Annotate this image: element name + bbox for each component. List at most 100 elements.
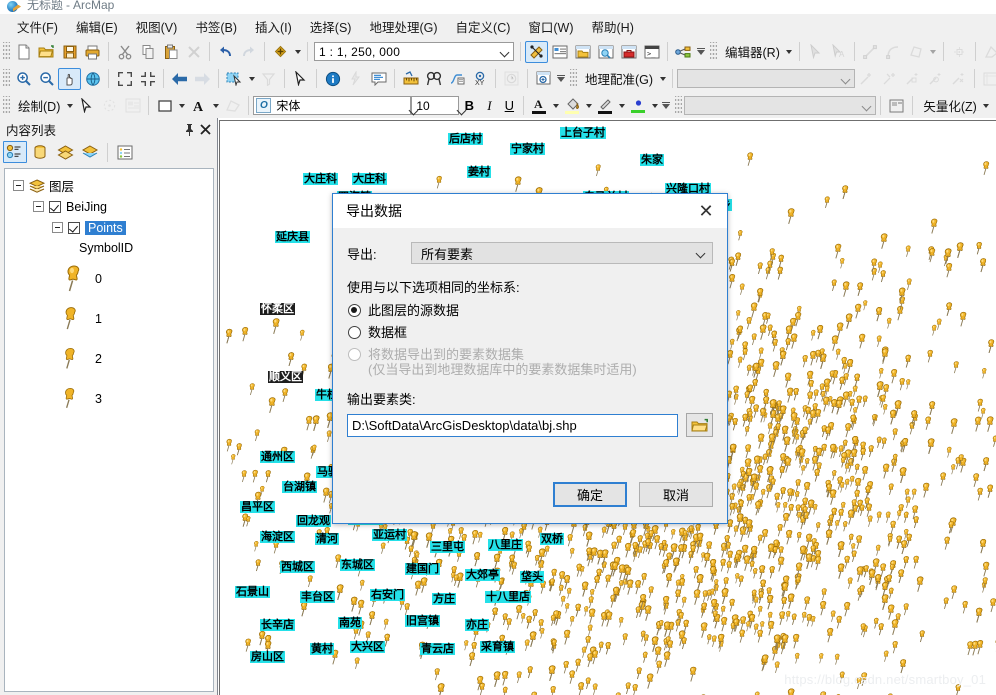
expander-icon[interactable] xyxy=(13,180,24,191)
toolbar-overflow-button[interactable] xyxy=(660,95,672,117)
georeferencing-dropdown-icon[interactable] xyxy=(657,68,668,90)
zoom-out-icon[interactable] xyxy=(35,68,58,90)
toolbar-grip[interactable] xyxy=(3,69,10,88)
new-document-icon[interactable] xyxy=(12,41,35,63)
add-data-dropdown-icon[interactable] xyxy=(292,41,303,63)
georeferencing-menu-button[interactable]: 地理配准(G) xyxy=(579,67,657,90)
go-back-extent-icon[interactable] xyxy=(168,68,191,90)
new-text-dropdown-icon[interactable] xyxy=(210,95,221,117)
draw-dropdown-icon[interactable] xyxy=(64,95,75,117)
menu-insert[interactable]: 插入(I) xyxy=(246,14,301,39)
underline-button[interactable]: U xyxy=(499,96,519,116)
print-icon[interactable] xyxy=(81,41,104,63)
cancel-button[interactable]: 取消 xyxy=(639,482,713,507)
legend-item[interactable]: 1 xyxy=(5,299,213,339)
expander-icon[interactable] xyxy=(52,222,63,233)
close-icon[interactable] xyxy=(197,121,213,137)
toc-layer-label[interactable]: Points xyxy=(85,220,126,235)
menu-edit[interactable]: 编辑(E) xyxy=(67,14,127,39)
paste-icon[interactable] xyxy=(159,41,182,63)
select-elements-icon[interactable] xyxy=(289,68,312,90)
expander-icon[interactable] xyxy=(33,201,44,212)
layer-visibility-checkbox[interactable] xyxy=(68,221,80,234)
search-icon[interactable] xyxy=(594,41,617,63)
legend-item[interactable]: 2 xyxy=(5,339,213,379)
toolbar-overflow-button[interactable] xyxy=(555,68,567,90)
editor-menu-button[interactable]: 编辑器(R) xyxy=(719,40,784,63)
editor-dropdown-icon[interactable] xyxy=(784,41,795,63)
editor-toolbar-icon[interactable] xyxy=(525,40,548,63)
toc-node-points[interactable]: Points xyxy=(5,217,213,238)
export-data-dialog[interactable]: 导出数据 ✕ 导出: 所有要素 使用与以下选项相同的坐标系: 此图层的源数据 数… xyxy=(332,193,728,524)
ok-button[interactable]: 确定 xyxy=(553,482,627,507)
select-features-icon[interactable] xyxy=(223,68,246,90)
undo-icon[interactable] xyxy=(214,41,237,63)
list-by-visibility-icon[interactable] xyxy=(53,141,77,163)
identify-icon[interactable] xyxy=(321,68,344,90)
map-scale-combo[interactable]: 1 : 1, 250, 000 xyxy=(314,42,514,61)
legend-item[interactable]: 0 xyxy=(5,259,213,299)
radio-icon[interactable] xyxy=(348,304,361,317)
radio-icon[interactable] xyxy=(348,326,361,339)
open-folder-icon[interactable] xyxy=(686,413,713,437)
chevron-down-icon[interactable] xyxy=(497,43,513,60)
find-route-icon[interactable] xyxy=(445,68,468,90)
fixed-zoom-in-icon[interactable] xyxy=(113,68,136,90)
html-popup-icon[interactable] xyxy=(367,68,390,90)
font-color-dropdown-icon[interactable] xyxy=(550,95,561,117)
menu-geoprocessing[interactable]: 地理处理(G) xyxy=(360,14,446,39)
vectorization-settings-icon[interactable] xyxy=(885,95,908,117)
vectorization-layer-combo[interactable] xyxy=(684,96,877,115)
arctoolbox-icon[interactable] xyxy=(617,41,640,63)
chevron-down-icon[interactable] xyxy=(838,70,854,87)
select-dropdown-icon[interactable] xyxy=(246,68,257,90)
full-extent-icon[interactable] xyxy=(81,68,104,90)
radio-option-data-frame[interactable]: 数据框 xyxy=(347,325,713,340)
toc-node-beijing[interactable]: BeiJing xyxy=(5,196,213,217)
select-elements-icon[interactable] xyxy=(75,95,98,117)
new-rectangle-icon[interactable] xyxy=(153,95,176,117)
find-icon[interactable] xyxy=(422,68,445,90)
menu-bookmarks[interactable]: 书签(B) xyxy=(186,14,246,39)
toc-node-layers[interactable]: 图层 xyxy=(5,175,213,196)
list-by-drawing-order-icon[interactable] xyxy=(3,141,27,163)
line-color-dropdown-icon[interactable] xyxy=(616,95,627,117)
menu-view[interactable]: 视图(V) xyxy=(127,14,187,39)
menu-help[interactable]: 帮助(H) xyxy=(583,14,643,39)
chevron-down-icon[interactable] xyxy=(690,249,712,257)
georeferencing-layer-combo[interactable] xyxy=(677,69,856,88)
draw-menu-button[interactable]: 绘制(D) xyxy=(12,94,64,117)
table-of-contents-icon[interactable] xyxy=(548,41,571,63)
close-icon[interactable]: ✕ xyxy=(685,195,727,227)
radio-option-source-data[interactable]: 此图层的源数据 xyxy=(347,303,713,318)
marker-color-dropdown-icon[interactable] xyxy=(649,95,660,117)
fill-color-icon[interactable] xyxy=(561,95,583,116)
fill-color-dropdown-icon[interactable] xyxy=(583,95,594,117)
pin-icon[interactable] xyxy=(181,121,197,137)
menu-file[interactable]: 文件(F) xyxy=(8,14,67,39)
options-icon[interactable] xyxy=(113,141,137,163)
zoom-in-icon[interactable] xyxy=(12,68,35,90)
vectorization-toolbar-grip[interactable] xyxy=(675,96,683,115)
font-family-combo[interactable]: O 宋体 xyxy=(253,96,412,115)
legend-item[interactable]: 3 xyxy=(5,379,213,419)
line-color-icon[interactable] xyxy=(594,95,616,116)
python-window-icon[interactable]: >_ xyxy=(640,41,663,63)
new-shape-dropdown-icon[interactable] xyxy=(176,95,187,117)
open-folder-icon[interactable] xyxy=(35,41,58,63)
go-to-xy-icon[interactable]: XY xyxy=(468,68,491,90)
create-viewer-window-icon[interactable] xyxy=(532,68,555,90)
list-by-selection-icon[interactable] xyxy=(78,141,102,163)
menu-customize[interactable]: 自定义(C) xyxy=(447,14,520,39)
add-data-icon[interactable] xyxy=(269,41,292,63)
italic-button[interactable]: I xyxy=(479,96,499,116)
vectorization-menu-button[interactable]: 矢量化(Z) xyxy=(917,94,980,117)
toolbar-grip[interactable] xyxy=(3,42,10,61)
georeferencing-toolbar-grip[interactable] xyxy=(570,69,577,88)
menu-window[interactable]: 窗口(W) xyxy=(519,14,582,39)
vectorization-dropdown-icon[interactable] xyxy=(981,95,992,117)
font-size-combo[interactable]: 10 xyxy=(411,96,460,115)
editor-toolbar-grip[interactable] xyxy=(710,42,717,61)
chevron-down-icon[interactable] xyxy=(859,97,875,114)
menu-selection[interactable]: 选择(S) xyxy=(301,14,361,39)
